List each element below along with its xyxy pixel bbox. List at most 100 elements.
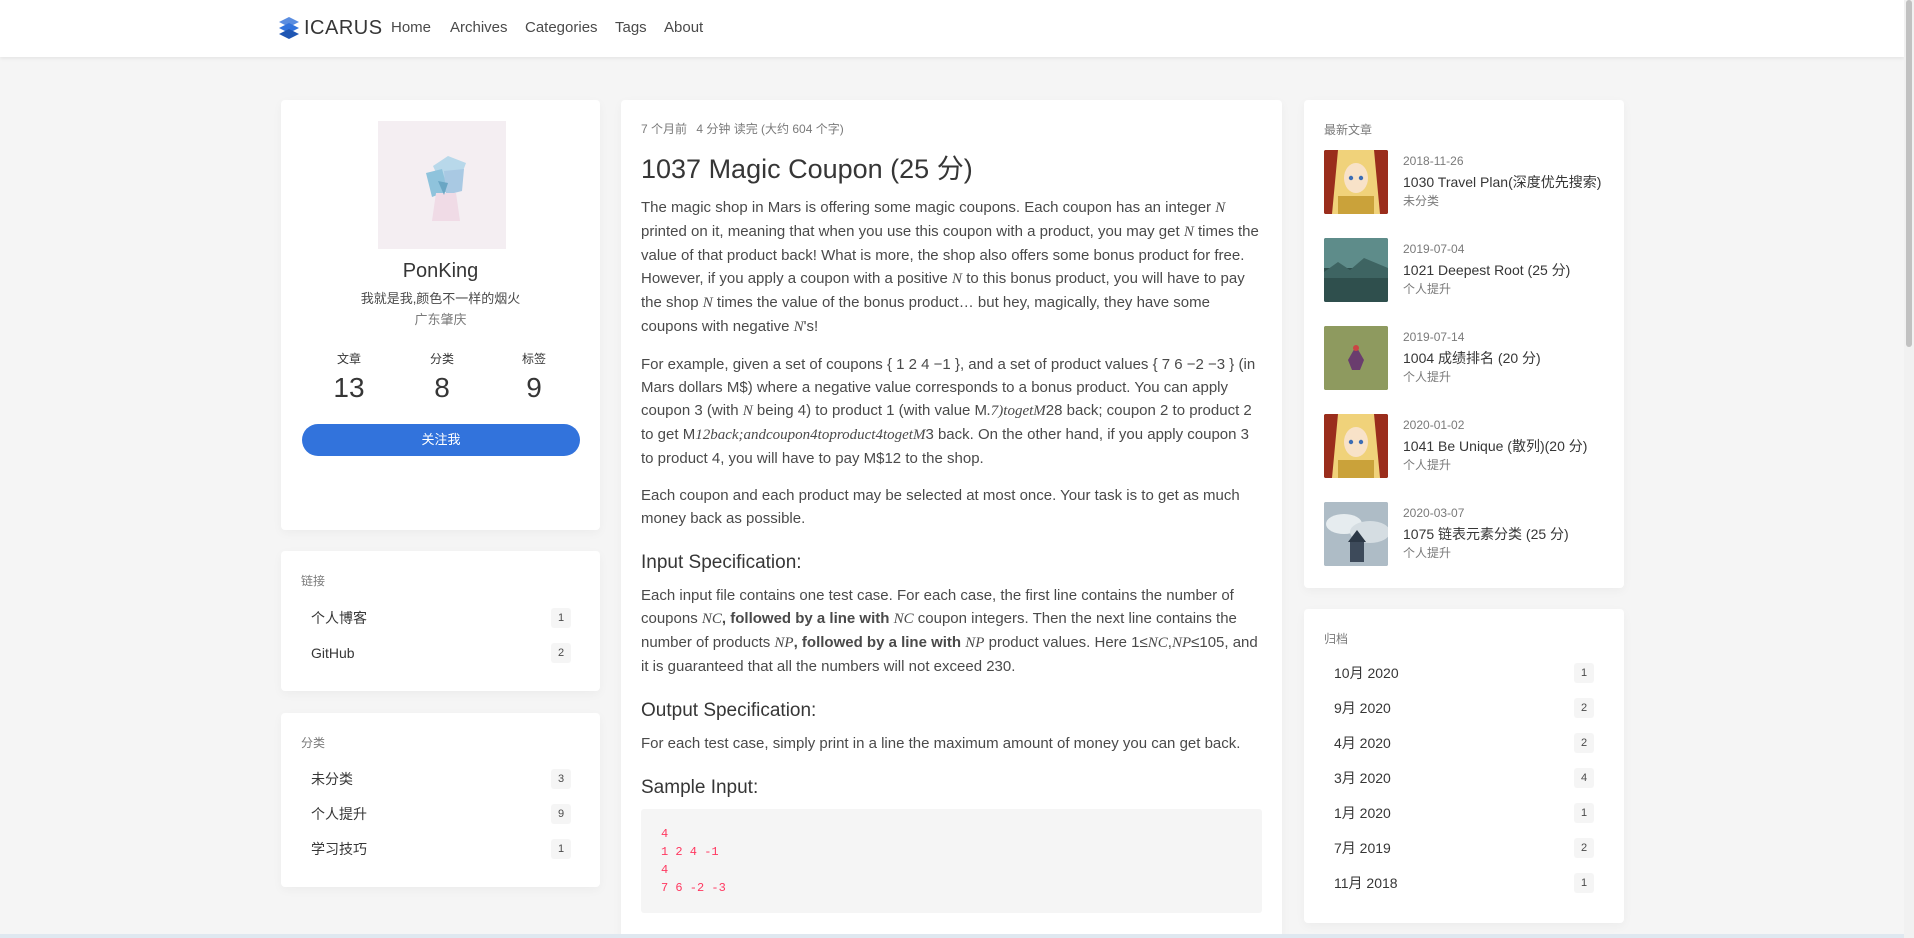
profile-name: PonKing xyxy=(402,260,479,282)
profile-card: PonKing 我就是我,颜色不一样的烟火 广东肇庆 文章 13 分类 8 标签… xyxy=(281,100,600,530)
paragraph: Each input file contains one test case. … xyxy=(641,587,1258,675)
links-card: 链接 个人博客 1 GitHub 2 xyxy=(281,551,600,691)
count-badge: 1 xyxy=(551,608,571,628)
count-badge: 1 xyxy=(1574,873,1594,893)
stat-value: 13 xyxy=(333,372,365,403)
archives-card: 归档 10月 2020 1 9月 2020 2 4月 2020 2 3月 2020 4 … xyxy=(1304,609,1624,923)
nav-home[interactable]: Home xyxy=(391,19,431,36)
nav-tags[interactable]: Tags xyxy=(615,19,647,36)
recent-title: 最新文章 xyxy=(1324,123,1373,137)
recent-post-item[interactable]: 2020-01-02 1041 Be Unique (散列)(20 分) 个人提… xyxy=(1324,414,1624,478)
post-title-link[interactable]: 1021 Deepest Root (25 分) xyxy=(1403,260,1570,280)
post-title-link[interactable]: 1030 Travel Plan(深度优先搜索) xyxy=(1403,172,1601,192)
archive-label: 11月 2018 xyxy=(1334,875,1398,891)
stack-logo-icon xyxy=(279,17,299,39)
categories-title: 分类 xyxy=(301,736,326,750)
article-content: The magic shop in Mars is offering some … xyxy=(641,196,1262,913)
archive-item[interactable]: 4月 2020 2 xyxy=(1334,733,1594,753)
post-title-link[interactable]: 1041 Be Unique (散列)(20 分) xyxy=(1403,436,1587,456)
count-badge: 2 xyxy=(1574,733,1594,753)
archives-title: 归档 xyxy=(1324,632,1349,646)
nav-categories[interactable]: Categories xyxy=(525,19,598,36)
post-category-link[interactable]: 未分类 xyxy=(1403,192,1439,209)
stat-label: 分类 xyxy=(429,352,454,366)
profile-location: 广东肇庆 xyxy=(414,312,467,327)
stat-categories[interactable]: 分类 8 xyxy=(407,350,477,404)
archive-item[interactable]: 11月 2018 1 xyxy=(1334,873,1594,893)
read-time: 4 分钟 读完 (大约 604 个字) xyxy=(696,122,844,136)
stat-tags[interactable]: 标签 9 xyxy=(499,350,569,404)
cloud-castle-icon xyxy=(1324,502,1388,566)
archive-item[interactable]: 10月 2020 1 xyxy=(1334,663,1594,683)
archive-label: 4月 2020 xyxy=(1334,735,1391,751)
stat-posts[interactable]: 文章 13 xyxy=(314,350,384,404)
article-card: 7 个月前 4 分钟 读完 (大约 604 个字) 1037 Magic Cou… xyxy=(621,100,1282,938)
archive-label: 3月 2020 xyxy=(1334,770,1391,786)
archive-item[interactable]: 9月 2020 2 xyxy=(1334,698,1594,718)
brand-logo[interactable]: ICARUS xyxy=(278,16,383,40)
stat-value: 8 xyxy=(434,372,450,403)
count-badge: 1 xyxy=(1574,803,1594,823)
archive-label: 1月 2020 xyxy=(1334,805,1391,821)
paragraph: For each test case, simply print in a li… xyxy=(641,735,1241,752)
post-category-link[interactable]: 个人提升 xyxy=(1403,544,1451,561)
recent-post-item[interactable]: 2019-07-14 1004 成绩排名 (20 分) 个人提升 xyxy=(1324,326,1624,390)
categories-card: 分类 未分类 3 个人提升 9 学习技巧 1 xyxy=(281,713,600,887)
paragraph: The magic shop in Mars is offering some … xyxy=(641,199,1259,335)
post-time: 7 个月前 xyxy=(641,122,688,136)
count-badge: 2 xyxy=(1574,838,1594,858)
paragraph: Each coupon and each product may be sele… xyxy=(641,487,1240,527)
recent-post-item[interactable]: 2018-11-26 1030 Travel Plan(深度优先搜索) 未分类 xyxy=(1324,150,1624,214)
article-meta: 7 个月前 4 分钟 读完 (大约 604 个字) xyxy=(641,120,1262,137)
link-item[interactable]: GitHub 2 xyxy=(311,643,571,663)
brand-name: ICARUS xyxy=(304,16,383,39)
category-item[interactable]: 学习技巧 1 xyxy=(311,839,571,859)
nav-about[interactable]: About xyxy=(664,19,703,36)
category-label: 个人提升 xyxy=(311,806,367,822)
archive-label: 10月 2020 xyxy=(1334,665,1399,681)
post-date: 2019-07-14 xyxy=(1403,330,1465,344)
links-title: 链接 xyxy=(301,574,326,588)
figure-icon xyxy=(1324,326,1388,390)
avatar-image-icon xyxy=(426,156,466,221)
category-item[interactable]: 未分类 3 xyxy=(311,769,571,789)
post-thumbnail[interactable] xyxy=(1324,502,1388,566)
post-thumbnail[interactable] xyxy=(1324,150,1388,214)
post-title-link[interactable]: 1075 链表元素分类 (25 分) xyxy=(1403,524,1569,544)
archive-item[interactable]: 3月 2020 4 xyxy=(1334,768,1594,788)
archive-label: 7月 2019 xyxy=(1334,840,1391,856)
recent-post-item[interactable]: 2019-07-04 1021 Deepest Root (25 分) 个人提升 xyxy=(1324,238,1624,302)
post-thumbnail[interactable] xyxy=(1324,238,1388,302)
category-item[interactable]: 个人提升 9 xyxy=(311,804,571,824)
profile-bio: 我就是我,颜色不一样的烟火 xyxy=(360,291,521,306)
scrollbar-thumb[interactable] xyxy=(1906,0,1912,347)
recent-posts-card: 最新文章 2018-11-26 1030 Travel Plan(深度优先搜索)… xyxy=(1304,100,1624,588)
count-badge: 4 xyxy=(1574,768,1594,788)
post-date: 2019-07-04 xyxy=(1403,242,1465,256)
post-category-link[interactable]: 个人提升 xyxy=(1403,456,1451,473)
navbar: ICARUS Home Archives Categories Tags Abo… xyxy=(0,0,1904,57)
section-heading: Sample Input: xyxy=(641,777,759,798)
count-badge: 2 xyxy=(551,643,571,663)
article-title: 1037 Magic Coupon (25 分) xyxy=(641,154,973,184)
post-date: 2020-01-02 xyxy=(1403,418,1465,432)
archive-item[interactable]: 7月 2019 2 xyxy=(1334,838,1594,858)
link-item[interactable]: 个人博客 1 xyxy=(311,608,571,628)
bottom-edge xyxy=(0,934,1904,938)
follow-button[interactable]: 关注我 xyxy=(302,424,580,456)
post-title-link[interactable]: 1004 成绩排名 (20 分) xyxy=(1403,348,1541,368)
category-label: 学习技巧 xyxy=(311,841,367,857)
link-label: 个人博客 xyxy=(311,610,367,626)
nav-archives[interactable]: Archives xyxy=(450,19,508,36)
post-date: 2020-03-07 xyxy=(1403,506,1465,520)
archive-item[interactable]: 1月 2020 1 xyxy=(1334,803,1594,823)
post-thumbnail[interactable] xyxy=(1324,326,1388,390)
post-category-link[interactable]: 个人提升 xyxy=(1403,368,1451,385)
category-label: 未分类 xyxy=(311,771,353,787)
recent-post-item[interactable]: 2020-03-07 1075 链表元素分类 (25 分) 个人提升 xyxy=(1324,502,1624,566)
archive-label: 9月 2020 xyxy=(1334,700,1391,716)
post-category-link[interactable]: 个人提升 xyxy=(1403,280,1451,297)
post-thumbnail[interactable] xyxy=(1324,414,1388,478)
stat-label: 文章 xyxy=(336,352,361,366)
count-badge: 1 xyxy=(1574,663,1594,683)
